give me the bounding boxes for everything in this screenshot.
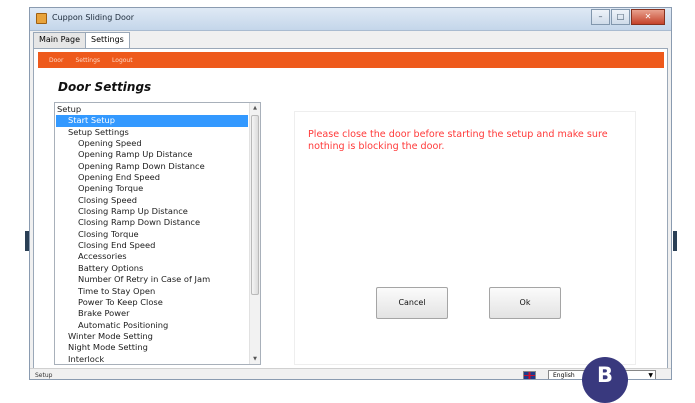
tree-item-time-to-stay-open[interactable]: Time to Stay Open (56, 286, 248, 297)
tree-item-opening-ramp-up-distance[interactable]: Opening Ramp Up Distance (56, 149, 248, 160)
tree-item-start-setup[interactable]: Start Setup (56, 115, 248, 127)
title-bar[interactable]: Cuppon Sliding Door – □ ✕ (30, 8, 671, 31)
app-icon (36, 13, 47, 24)
scroll-up-icon[interactable]: ▲ (250, 103, 260, 113)
minimize-button[interactable]: – (591, 9, 610, 25)
scroll-down-icon[interactable]: ▼ (250, 354, 260, 364)
tree-item-closing-ramp-down-distance[interactable]: Closing Ramp Down Distance (56, 217, 248, 228)
tree-item-closing-end-speed[interactable]: Closing End Speed (56, 240, 248, 251)
tree-item-number-of-retry[interactable]: Number Of Retry in Case of Jam (56, 274, 248, 285)
right-edge-strip (673, 231, 677, 251)
page-title: Door Settings (58, 80, 152, 94)
chevron-down-icon: ▼ (648, 372, 653, 379)
setup-instruction-message: Please close the door before starting th… (308, 129, 608, 152)
tree-list: Setup Start Setup Setup Settings Opening… (56, 104, 248, 364)
tree-item-closing-ramp-up-distance[interactable]: Closing Ramp Up Distance (56, 206, 248, 217)
tree-scrollbar[interactable]: ▲ ▼ (249, 103, 260, 364)
tree-item-opening-torque[interactable]: Opening Torque (56, 183, 248, 194)
tree-item-automatic-positioning[interactable]: Automatic Positioning (56, 320, 248, 331)
status-bar: Setup English ▼ (30, 368, 671, 379)
tree-item-accessories[interactable]: Accessories (56, 251, 248, 262)
status-text: Setup (35, 372, 53, 379)
tree-item-brake-power[interactable]: Brake Power (56, 308, 248, 319)
b-badge: B (582, 357, 628, 403)
menu-bar: Door Settings Logout (38, 52, 664, 68)
tab-strip: Main Page Settings (33, 32, 130, 49)
menu-item-logout[interactable]: Logout (112, 57, 133, 64)
scroll-thumb[interactable] (251, 115, 259, 295)
window-controls: – □ ✕ (591, 9, 665, 25)
tree-item-power-to-keep-close[interactable]: Power To Keep Close (56, 297, 248, 308)
tree-item-interlock[interactable]: Interlock (56, 354, 248, 364)
tab-settings[interactable]: Settings (85, 32, 130, 49)
close-button[interactable]: ✕ (631, 9, 665, 25)
tree-item-opening-speed[interactable]: Opening Speed (56, 138, 248, 149)
app-window: Cuppon Sliding Door – □ ✕ Main Page Sett… (29, 7, 672, 380)
uk-flag-icon (523, 371, 536, 379)
tab-main-page[interactable]: Main Page (33, 32, 87, 48)
tree-item-opening-ramp-down-distance[interactable]: Opening Ramp Down Distance (56, 161, 248, 172)
tree-item-closing-torque[interactable]: Closing Torque (56, 229, 248, 240)
tree-item-setup-settings[interactable]: Setup Settings (56, 127, 248, 138)
menu-item-settings[interactable]: Settings (75, 57, 100, 64)
settings-tree[interactable]: Setup Start Setup Setup Settings Opening… (54, 102, 261, 365)
ok-button[interactable]: Ok (489, 287, 561, 319)
tree-item-setup[interactable]: Setup (56, 104, 248, 115)
tree-item-night-mode-setting[interactable]: Night Mode Setting (56, 342, 248, 353)
tree-item-winter-mode-setting[interactable]: Winter Mode Setting (56, 331, 248, 342)
setup-panel: Please close the door before starting th… (294, 111, 636, 365)
language-value: English (553, 372, 575, 379)
tab-content: Door Settings Logout Door Settings Setup… (33, 48, 668, 379)
menu-item-door[interactable]: Door (49, 57, 63, 64)
cancel-button[interactable]: Cancel (376, 287, 448, 319)
maximize-button[interactable]: □ (611, 9, 630, 25)
tree-item-closing-speed[interactable]: Closing Speed (56, 195, 248, 206)
tree-item-opening-end-speed[interactable]: Opening End Speed (56, 172, 248, 183)
tree-item-battery-options[interactable]: Battery Options (56, 263, 248, 274)
window-title: Cuppon Sliding Door (52, 13, 135, 22)
